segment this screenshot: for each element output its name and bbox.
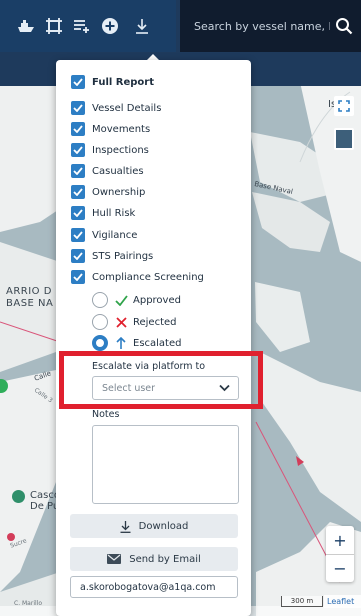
checkbox-sts-pairings[interactable]: STS Pairings [71,248,153,264]
checkmark-icon [73,209,83,217]
notes-label: Notes [92,409,120,420]
radio-label: Approved [133,294,181,306]
map-label-barrio: ARRIO D BASE NA [6,286,54,309]
checkmark-icon [73,78,83,86]
search-input[interactable] [180,19,330,33]
radio-label: Rejected [133,316,177,328]
checkbox[interactable] [71,75,85,89]
ship-icon [18,20,34,32]
map-pin-casco[interactable] [12,490,25,503]
notes-textarea[interactable] [92,425,239,504]
arrow-up-icon [114,336,128,350]
map-toolbar [0,0,176,52]
checkbox-label: Hull Risk [92,207,136,219]
check-icon [114,293,128,307]
checkbox-inspections[interactable]: Inspections [71,142,149,158]
radio-button[interactable] [92,314,108,330]
radio-button[interactable] [92,335,108,351]
checkbox[interactable] [71,122,85,136]
checkbox[interactable] [71,249,85,263]
checkbox-label: Inspections [92,144,149,156]
radio-label: Escalated [133,337,182,349]
radio-escalated[interactable]: Escalated [92,334,181,352]
checkmark-icon [73,167,83,175]
chevron-down-icon [219,384,230,392]
checkmark-icon [73,188,83,196]
checkbox-label: Full Report [92,76,155,88]
checkbox-label: Casualties [92,165,144,177]
search-icon[interactable] [335,17,353,35]
x-icon [114,315,128,329]
checkbox-label: Vigilance [92,229,138,241]
search-bar [180,0,361,52]
checkmark-icon [73,104,83,112]
expand-icon [338,100,350,112]
send-by-email-button[interactable]: Send by Email [70,547,238,571]
ship-button[interactable] [14,12,38,40]
checkbox[interactable] [71,185,85,199]
crop-icon [46,18,62,34]
mail-icon [107,554,122,564]
map-scale: 300 m [281,596,323,607]
crop-button[interactable] [42,12,66,40]
checkbox-full-report[interactable]: Full Report [71,74,154,90]
checkbox-compliance-screening[interactable]: Compliance Screening [71,269,204,285]
zoom-out-button[interactable]: − [326,554,354,582]
checkmark-icon [73,273,83,281]
checkbox[interactable] [71,101,85,115]
radio-rejected[interactable]: Rejected [92,313,177,331]
checkbox-vigilance[interactable]: Vigilance [71,227,137,243]
radio-button[interactable] [92,292,108,308]
checkbox-casualties[interactable]: Casualties [71,163,144,179]
download-report-panel: Full Report Vessel Details Movements Ins… [56,60,263,616]
checkbox-label: Compliance Screening [92,271,204,283]
checkbox-vessel-details[interactable]: Vessel Details [71,100,161,116]
checkbox-label: Movements [92,123,151,135]
list-add-button[interactable] [70,12,94,40]
checkmark-icon [73,146,83,154]
fullscreen-button[interactable] [334,96,354,116]
leaflet-attribution-link[interactable]: Leaflet [324,595,361,608]
zoom-in-button[interactable]: + [326,526,354,554]
download-icon [136,19,148,34]
checkmark-icon [73,125,83,133]
checkbox-ownership[interactable]: Ownership [71,184,145,200]
download-button-label: Download [138,520,189,532]
checkbox-label: Ownership [92,186,146,198]
radio-approved[interactable]: Approved [92,291,181,309]
map-pin-red[interactable] [7,533,15,541]
add-button[interactable] [98,12,122,40]
layer-thumbnail-button[interactable] [334,128,354,150]
select-value: Select user [102,382,156,394]
checkbox-label: Vessel Details [92,102,162,114]
zoom-control: + − [326,526,354,582]
send-by-email-label: Send by Email [129,553,201,565]
download-button[interactable]: Download [70,514,238,538]
checkmark-icon [73,252,83,260]
checkbox-label: STS Pairings [92,250,154,262]
checkbox[interactable] [71,206,85,220]
escalate-user-select[interactable]: Select user [92,376,239,400]
checkbox[interactable] [71,228,85,242]
checkbox-hull-risk[interactable]: Hull Risk [71,205,135,221]
download-toggle-button[interactable] [130,12,154,40]
checkmark-icon [73,231,83,239]
plus-circle-icon [102,18,118,34]
list-add-icon [74,20,89,33]
email-field[interactable] [70,576,238,598]
checkbox[interactable] [71,270,85,284]
top-bar [0,0,361,52]
checkbox[interactable] [71,143,85,157]
checkbox-movements[interactable]: Movements [71,121,150,137]
download-icon [120,520,131,533]
checkbox[interactable] [71,164,85,178]
escalate-label: Escalate via platform to [92,361,206,372]
